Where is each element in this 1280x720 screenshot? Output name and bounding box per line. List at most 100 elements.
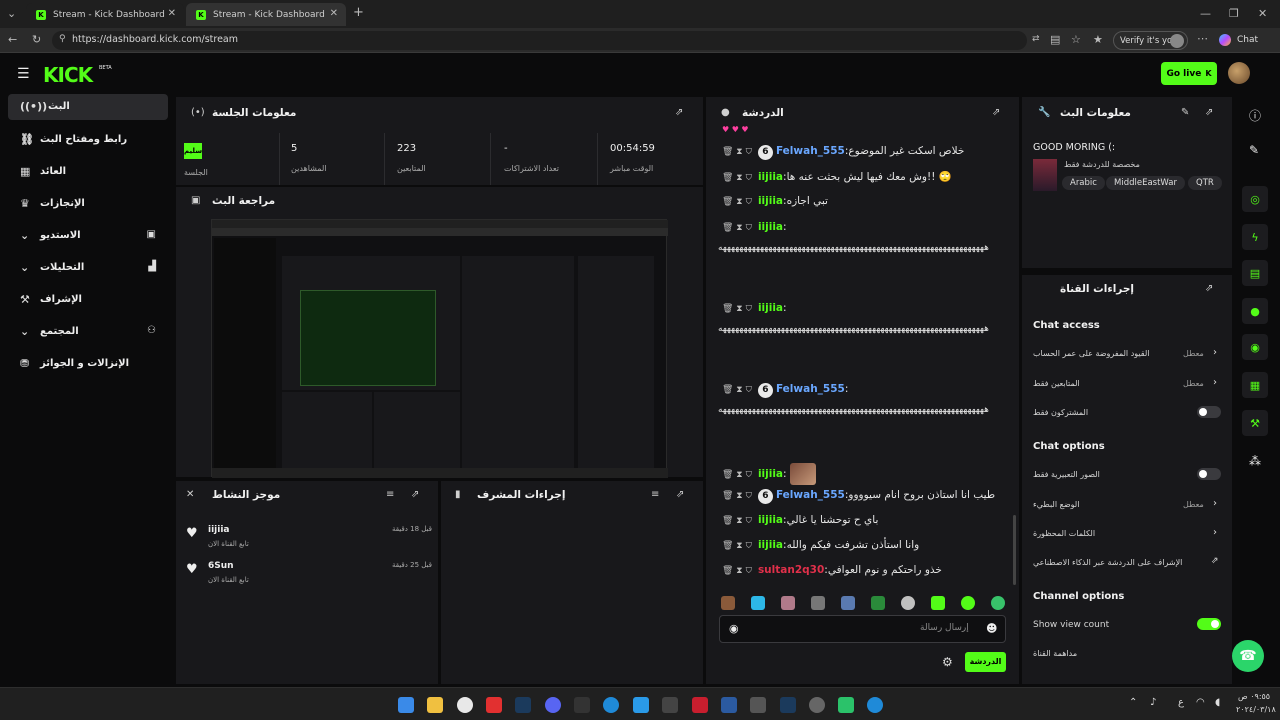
camera-button[interactable]: ◎ (1242, 186, 1268, 212)
emote-button[interactable] (721, 596, 735, 610)
emote-button[interactable] (751, 596, 765, 610)
popout-icon[interactable]: ⇗ (675, 107, 683, 118)
translate-icon[interactable]: ⇄ (1032, 34, 1040, 44)
chat-mod-tools-icon[interactable]: 🗑 ⧗ ⛉ (722, 385, 752, 395)
wrench-button[interactable]: ⚒ (1242, 410, 1268, 436)
emote-only-toggle[interactable] (1197, 468, 1221, 480)
stream-preview-video[interactable] (211, 219, 668, 478)
edit-pencil-icon[interactable]: ✎ (1181, 107, 1189, 118)
app-icon[interactable] (721, 697, 737, 713)
emote-button[interactable] (871, 596, 885, 610)
chat-mod-tools-icon[interactable]: 🗑 ⧗ ⛉ (722, 197, 752, 207)
sidebar-item-stream[interactable]: ((•)) البث (8, 94, 168, 120)
reload-icon[interactable]: ↻ (32, 33, 41, 46)
stream-tag[interactable]: MiddleEastWar (1106, 176, 1185, 190)
show-view-count-toggle[interactable] (1197, 618, 1221, 630)
taskbar-date[interactable]: ٢٠٢٤/٠٣/١٨ (1236, 705, 1276, 714)
discord-icon[interactable] (545, 697, 561, 713)
chat-username[interactable]: Felwah_555 (776, 383, 845, 395)
chat-username[interactable]: Felwah_555 (776, 489, 845, 501)
chat-scrollbar[interactable] (1013, 515, 1016, 585)
close-window-icon[interactable]: ✕ (1258, 7, 1267, 20)
popout-icon[interactable]: ⇗ (411, 489, 419, 500)
app-icon[interactable] (838, 697, 854, 713)
chat-mod-tools-icon[interactable]: 🗑 ⧗ ⛉ (722, 304, 752, 314)
chat-input[interactable]: ◉ إرسال رسالة ☻ (719, 615, 1006, 643)
chat-username[interactable]: sultan2q30 (758, 564, 824, 576)
app-icon[interactable] (692, 697, 708, 713)
emoji-picker-icon[interactable]: ◉ (729, 622, 739, 635)
subscribers-only-toggle[interactable] (1197, 406, 1221, 418)
app-icon[interactable] (662, 697, 678, 713)
stream-tag[interactable]: Arabic (1062, 176, 1105, 190)
cod-icon[interactable] (574, 697, 590, 713)
maximize-icon[interactable]: ❐ (1229, 7, 1239, 20)
external-link-icon[interactable]: ⇗ (1211, 556, 1219, 566)
chat-username[interactable]: iijiia (758, 514, 783, 526)
chevron-right-icon[interactable]: › (1213, 377, 1217, 388)
chevron-right-icon[interactable]: › (1213, 498, 1217, 509)
chat-mod-tools-icon[interactable]: 🗑 ⧗ ⛉ (722, 470, 752, 480)
filter-icon[interactable]: ≡ (386, 489, 394, 500)
info-icon[interactable]: ⓘ (1249, 107, 1261, 124)
popout-icon[interactable]: ⇗ (1205, 107, 1213, 118)
stream-tag[interactable]: QTR (1188, 176, 1222, 190)
go-live-button[interactable]: Go live K (1161, 62, 1217, 85)
sidebar-item-revenue[interactable]: ▦ العائد (8, 159, 168, 185)
close-tab-icon[interactable]: ✕ (168, 8, 176, 19)
chrome-icon[interactable] (457, 697, 473, 713)
tab-list-icon[interactable]: ⌄ (7, 7, 16, 20)
reader-icon[interactable]: ▤ (1050, 33, 1060, 46)
chat-username[interactable]: iijiia (758, 221, 783, 233)
new-tab-button[interactable]: + (353, 5, 364, 20)
chat-username[interactable]: iijiia (758, 539, 783, 551)
chat-mod-tools-icon[interactable]: 🗑 ⧗ ⛉ (722, 566, 752, 576)
browser-tab[interactable]: K Stream - Kick Dashboard ✕ (26, 3, 184, 26)
tray-chevron-icon[interactable]: ⌃ (1129, 697, 1137, 708)
favorite-star-icon[interactable]: ☆ (1071, 33, 1081, 46)
mic-icon[interactable]: ♪ (1150, 697, 1156, 708)
chat-mod-tools-icon[interactable]: 🗑 ⧗ ⛉ (722, 223, 752, 233)
steam-icon[interactable] (515, 697, 531, 713)
youtube-icon[interactable] (486, 697, 502, 713)
edge-icon[interactable] (867, 697, 883, 713)
app-icon[interactable] (809, 697, 825, 713)
chevron-right-icon[interactable]: › (1213, 347, 1217, 358)
user-avatar[interactable] (1228, 62, 1250, 84)
setting-label[interactable]: مداهمة القناة (1033, 649, 1077, 658)
app-icon[interactable] (750, 697, 766, 713)
popout-icon[interactable]: ⇗ (1205, 283, 1213, 294)
browser-tab-active[interactable]: K Stream - Kick Dashboard ✕ (186, 3, 346, 26)
taskbar-time[interactable]: ٠٩:٥٥ ص (1238, 692, 1270, 701)
layout-button[interactable]: ▦ (1242, 372, 1268, 398)
app-icon[interactable] (633, 697, 649, 713)
emote-button[interactable] (841, 596, 855, 610)
chat-username[interactable]: iijiia (758, 302, 783, 314)
minimize-icon[interactable]: — (1200, 7, 1211, 20)
sidebar-item-achievements[interactable]: ♛ الإنجازات (8, 191, 168, 217)
chat-username[interactable]: iijiia (758, 195, 783, 207)
share-icon[interactable]: ⁂ (1249, 454, 1261, 468)
windows-start-icon[interactable] (398, 697, 414, 713)
more-menu-icon[interactable]: ⋯ (1197, 32, 1208, 45)
chat-mod-tools-icon[interactable]: 🗑 ⧗ ⛉ (722, 173, 752, 183)
keyboard-language[interactable]: ع (1178, 697, 1184, 708)
sidebar-item-studio[interactable]: ⌄ الاستديو ▣ (8, 223, 168, 249)
chat-bubble-button[interactable]: ● (1242, 298, 1268, 324)
notes-button[interactable]: ▤ (1242, 260, 1268, 286)
chat-mod-tools-icon[interactable]: 🗑 ⧗ ⛉ (722, 516, 752, 526)
sidebar-item-moderation[interactable]: ⚒ الإشراف (8, 287, 168, 313)
hamburger-menu-icon[interactable]: ☰ (17, 66, 30, 82)
chat-mod-tools-icon[interactable]: 🗑 ⧗ ⛉ (722, 541, 752, 551)
sidebar-item-stream-key[interactable]: ⛓ رابط ومفتاح البث (8, 127, 168, 153)
emote-button[interactable] (901, 596, 915, 610)
chat-settings-gear-icon[interactable]: ⚙ (942, 655, 953, 669)
close-tab-icon[interactable]: ✕ (330, 8, 338, 19)
chat-username[interactable]: iijiia (758, 171, 783, 183)
popout-icon[interactable]: ⇗ (992, 107, 1000, 118)
copilot-chat-label[interactable]: Chat (1237, 35, 1258, 45)
emote-button[interactable] (781, 596, 795, 610)
broadcast-button[interactable]: ◉ (1242, 334, 1268, 360)
sidebar-item-drops[interactable]: ⛃ الإنزالات و الجوائز (8, 351, 168, 377)
chat-mod-tools-icon[interactable]: 🗑 ⧗ ⛉ (722, 147, 752, 157)
